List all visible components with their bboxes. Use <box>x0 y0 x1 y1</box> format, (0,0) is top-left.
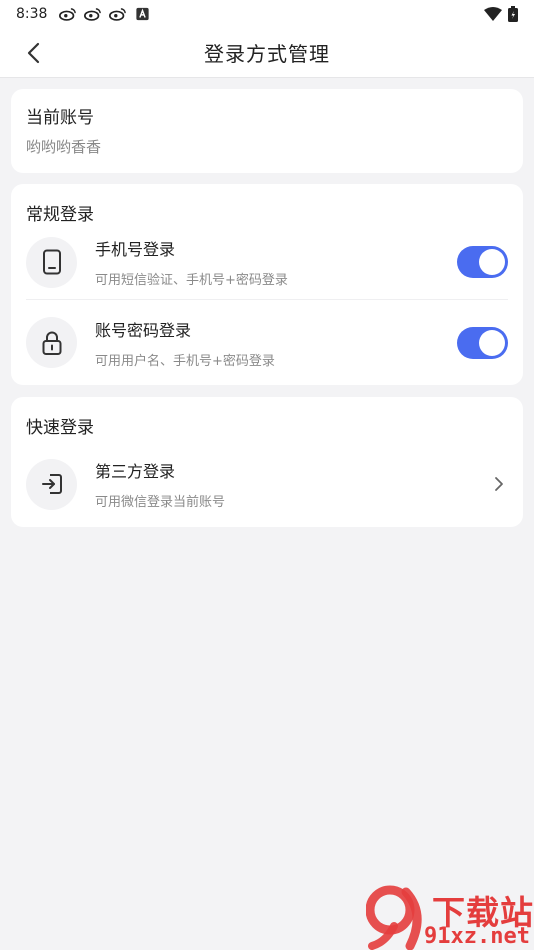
third-party-login-subtitle: 可用微信登录当前账号 <box>95 495 226 510</box>
lock-icon <box>42 331 61 355</box>
password-login-title: 账号密码登录 <box>95 320 192 340</box>
toggle-knob <box>479 249 505 275</box>
wifi-icon <box>484 7 502 21</box>
password-login-row: 账号密码登录 可用用户名、手机号+密码登录 <box>26 299 508 385</box>
third-party-login-title: 第三方登录 <box>95 462 176 481</box>
page-title: 登录方式管理 <box>204 42 330 66</box>
weibo-icon <box>109 8 127 21</box>
password-login-subtitle: 可用用户名、手机号+密码登录 <box>95 353 275 369</box>
watermark-logo-icon <box>366 885 422 950</box>
login-arrow-icon <box>41 474 62 494</box>
chevron-right-icon[interactable] <box>492 474 506 494</box>
password-login-toggle[interactable] <box>457 326 508 359</box>
phone-icon <box>42 249 61 275</box>
toggle-knob <box>479 329 505 356</box>
watermark: 下载站 91xz.net <box>366 884 534 950</box>
phone-login-toggle[interactable] <box>457 246 508 278</box>
current-account-card: 当前账号 哟哟哟香香 <box>11 89 523 173</box>
status-bar: 8:38 <box>0 0 534 28</box>
third-party-login-row[interactable]: 第三方登录 可用微信登录当前账号 <box>26 456 508 512</box>
weibo-icon <box>59 8 77 21</box>
chevron-left-icon <box>27 42 40 64</box>
current-account-label: 当前账号 <box>26 108 94 128</box>
battery-icon <box>508 6 518 22</box>
status-time: 8:38 <box>16 6 48 22</box>
quick-login-card: 快速登录 第三方登录 可用微信登录当前账号 <box>11 397 523 527</box>
weibo-icon <box>84 8 102 21</box>
phone-icon-container <box>26 236 77 288</box>
login-arrow-icon-container <box>26 458 77 510</box>
normal-login-title: 常规登录 <box>26 205 94 225</box>
current-account-value: 哟哟哟香香 <box>26 138 102 156</box>
app-header: 登录方式管理 <box>0 28 534 78</box>
phone-login-row: 手机号登录 可用短信验证、手机号+密码登录 <box>26 234 508 290</box>
quick-login-title: 快速登录 <box>26 418 94 438</box>
watermark-url: 91xz.net <box>424 924 530 949</box>
phone-login-title: 手机号登录 <box>95 240 176 259</box>
back-button[interactable] <box>18 38 48 68</box>
font-a-icon <box>136 7 150 21</box>
normal-login-card: 常规登录 手机号登录 可用短信验证、手机号+密码登录 账号密码登录 可用用户名、 <box>11 184 523 385</box>
lock-icon-container <box>26 317 77 368</box>
phone-login-subtitle: 可用短信验证、手机号+密码登录 <box>95 273 288 288</box>
